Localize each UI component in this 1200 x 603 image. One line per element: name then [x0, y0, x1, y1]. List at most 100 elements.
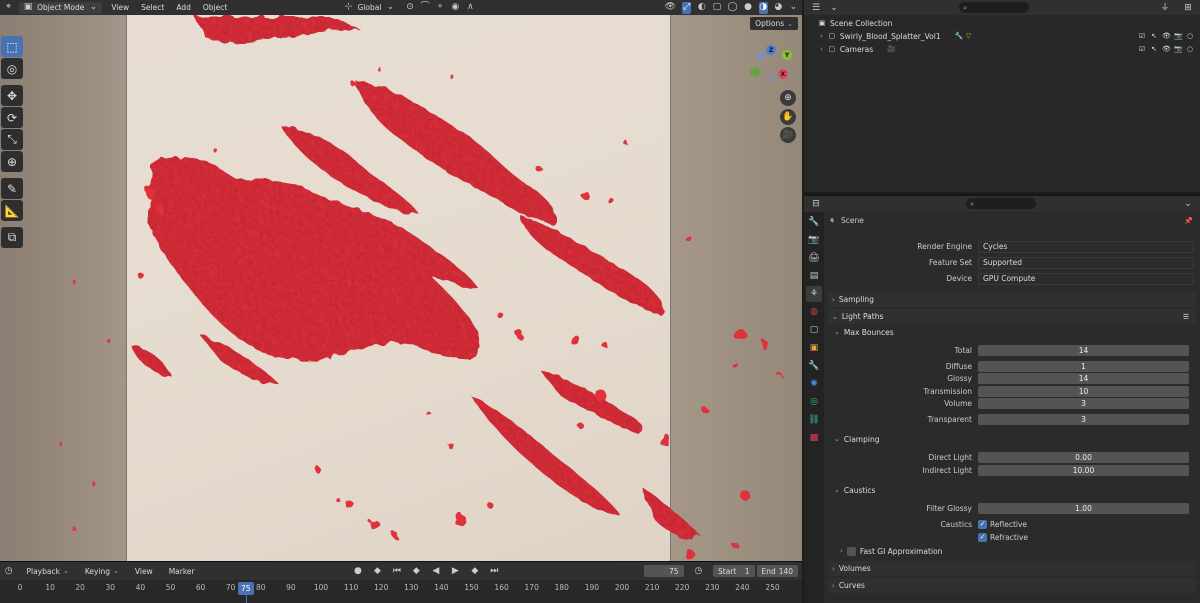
refractive-checkbox[interactable]: ✓ Refractive — [978, 533, 1028, 542]
jump-end-icon[interactable]: ⏭ — [490, 565, 499, 577]
current-frame-field[interactable]: 75 — [643, 565, 684, 577]
editor-type-icon[interactable]: ⌖ — [4, 2, 13, 14]
menu-add[interactable]: Add — [173, 2, 194, 14]
pin-icon[interactable]: 📌 — [1184, 217, 1193, 225]
checkbox-icon[interactable]: ☑ — [1138, 45, 1146, 53]
shading-options-icon[interactable]: ⌄ — [789, 2, 798, 14]
world-tab-icon[interactable]: ◍ — [806, 304, 822, 320]
editor-type-icon[interactable]: ☰ — [810, 2, 822, 14]
menu-view[interactable]: View — [108, 2, 132, 14]
editor-type-icon[interactable]: ⊟ — [810, 198, 822, 210]
subpanel-max-bounces[interactable]: ⌄ Max Bounces — [834, 325, 894, 339]
reflective-checkbox[interactable]: ✓ Reflective — [978, 520, 1027, 529]
bounce-value-field[interactable]: 14 — [978, 345, 1189, 356]
playhead[interactable]: 75 — [237, 582, 254, 595]
menu-view[interactable]: View — [132, 565, 156, 577]
cursor-select-icon[interactable]: ↖ — [1150, 45, 1158, 53]
expand-icon[interactable]: › — [820, 45, 823, 53]
axis-neg-z-icon[interactable] — [766, 73, 776, 83]
subpanel-clamping[interactable]: ⌄ Clamping — [834, 432, 879, 446]
cursor-icon[interactable]: ◎ — [1, 58, 23, 79]
menu-select[interactable]: Select — [138, 2, 167, 14]
timeline-ruler[interactable]: 0 10 20 30 40 50 60 70 80 90 100 110 120 130 140 150 160… — [0, 581, 802, 603]
next-keyframe-icon[interactable]: ◆ — [470, 565, 479, 577]
shading-rendered-icon[interactable]: ◕ — [774, 2, 783, 14]
menu-playback[interactable]: Playback ⌄ — [23, 565, 71, 577]
bounce-value-field[interactable]: 10 — [978, 386, 1189, 397]
outliner-search-input[interactable]: ⌕ — [959, 2, 1029, 13]
properties-search-input[interactable]: ⌕ — [966, 198, 1036, 209]
render-tab-icon[interactable]: 📷 — [806, 232, 822, 248]
render-engine-dropdown[interactable]: Cycles — [978, 240, 1194, 253]
end-frame-field[interactable]: End 140 — [756, 565, 799, 577]
options-icon[interactable]: ⌄ — [1182, 198, 1194, 210]
object-tab-icon[interactable]: ▣ — [806, 340, 822, 356]
play-icon[interactable]: ▶ — [451, 565, 460, 577]
view-layer-tab-icon[interactable]: ▤ — [806, 268, 822, 284]
play-reverse-icon[interactable]: ◀ — [431, 565, 440, 577]
bounce-value-field[interactable]: 14 — [978, 373, 1189, 384]
proportional-edit-icon[interactable]: ◉ — [451, 2, 460, 14]
rotate-icon[interactable]: ⟳ — [1, 107, 23, 128]
falloff-icon[interactable]: ∧ — [466, 2, 475, 14]
transform-icon[interactable]: ⊕ — [1, 151, 23, 172]
annotate-icon[interactable]: ✎ — [1, 178, 23, 199]
panel-sampling[interactable]: › Sampling — [828, 292, 1196, 307]
outliner-item-cameras[interactable]: › ▢ Cameras 🎥 ☑ ↖ 👁 📷 ○ — [804, 43, 1200, 55]
shading-material-icon[interactable]: ◑ — [758, 1, 768, 14]
object-mode-dropdown[interactable]: ▣ Object Mode ⌄ — [19, 1, 103, 14]
panel-curves[interactable]: › Curves — [828, 578, 1196, 593]
filter-icon[interactable]: ⏚ — [1159, 2, 1171, 14]
subpanel-fast-gi[interactable]: › ✓ Fast GI Approximation — [840, 544, 1140, 558]
preview-range-icon[interactable]: ◷ — [694, 565, 703, 577]
bounce-value-field[interactable]: 3 — [978, 414, 1189, 425]
menu-object[interactable]: Object — [200, 2, 230, 14]
menu-keying[interactable]: Keying ⌄ — [82, 565, 122, 577]
device-dropdown[interactable]: GPU Compute — [978, 272, 1194, 285]
subpanel-caustics[interactable]: ⌄ Caustics — [834, 483, 875, 497]
prev-keyframe-icon[interactable]: ◆ — [412, 565, 421, 577]
holdout-icon[interactable]: ○ — [1186, 45, 1194, 53]
viewport-3d[interactable]: ⬚ ◎ ✥ ⟳ ⤡ ⊕ ✎ 📐 ⧉ Options ⌄ Z Y X ⊕ ✋ 🎥 — [0, 15, 802, 561]
scene-tab-icon[interactable]: ⚘ — [806, 286, 822, 302]
camera-render-icon[interactable]: 📷 — [1174, 32, 1183, 40]
new-collection-icon[interactable]: ⊞ — [1182, 2, 1194, 14]
expand-icon[interactable]: › — [820, 32, 823, 40]
snap-target-icon[interactable]: ⚬ — [436, 2, 445, 14]
clamp-value-field[interactable]: 10.00 — [978, 465, 1189, 476]
clamp-value-field[interactable]: 0.00 — [978, 452, 1189, 463]
physics-tab-icon[interactable]: ◎ — [806, 394, 822, 410]
zoom-icon[interactable]: ⊕ — [780, 90, 796, 106]
overlays-icon[interactable]: ◐ — [697, 2, 706, 14]
jump-start-icon[interactable]: ⏮ — [392, 565, 401, 577]
measure-icon[interactable]: 📐 — [1, 200, 23, 221]
pan-hand-icon[interactable]: ✋ — [780, 109, 796, 125]
axis-y-icon[interactable]: Y — [782, 50, 792, 60]
bounce-value-field[interactable]: 1 — [978, 361, 1189, 372]
axis-neg-x-icon[interactable] — [756, 51, 766, 61]
start-frame-field[interactable]: Start 1 — [713, 565, 755, 577]
clock-icon[interactable]: ◷ — [4, 565, 13, 577]
add-cube-icon[interactable]: ⧉ — [1, 227, 23, 248]
scale-icon[interactable]: ⤡ — [1, 129, 23, 150]
blood-splatter-mesh[interactable] — [0, 15, 802, 561]
menu-marker[interactable]: Marker — [166, 565, 198, 577]
tool-tab-icon[interactable]: 🔧 — [806, 214, 822, 230]
move-icon[interactable]: ✥ — [1, 85, 23, 106]
checkbox-icon[interactable]: ☑ — [1138, 32, 1146, 40]
keyframe-icon[interactable]: ◆ — [373, 565, 382, 577]
transform-orientation-dropdown[interactable]: ⊹ Global ⌄ — [339, 2, 399, 14]
particles-tab-icon[interactable]: ✺ — [806, 376, 822, 392]
filter-glossy-field[interactable]: 1.00 — [978, 503, 1189, 514]
camera-render-icon[interactable]: 📷 — [1174, 45, 1183, 53]
eye-icon[interactable]: 👁 — [1162, 45, 1171, 53]
shading-wireframe-icon[interactable]: ◯ — [727, 2, 737, 14]
axis-neg-y-icon[interactable] — [750, 67, 760, 77]
holdout-icon[interactable]: ○ — [1186, 32, 1194, 40]
panel-volumes[interactable]: › Volumes — [828, 561, 1196, 576]
eye-icon[interactable]: 👁 — [1162, 32, 1171, 40]
axis-x-icon[interactable]: X — [778, 69, 788, 79]
outliner-root[interactable]: ▣ Scene Collection — [804, 17, 1200, 29]
snap-icon[interactable]: ⌒ — [421, 2, 430, 14]
axis-z-icon[interactable]: Z — [766, 45, 776, 55]
